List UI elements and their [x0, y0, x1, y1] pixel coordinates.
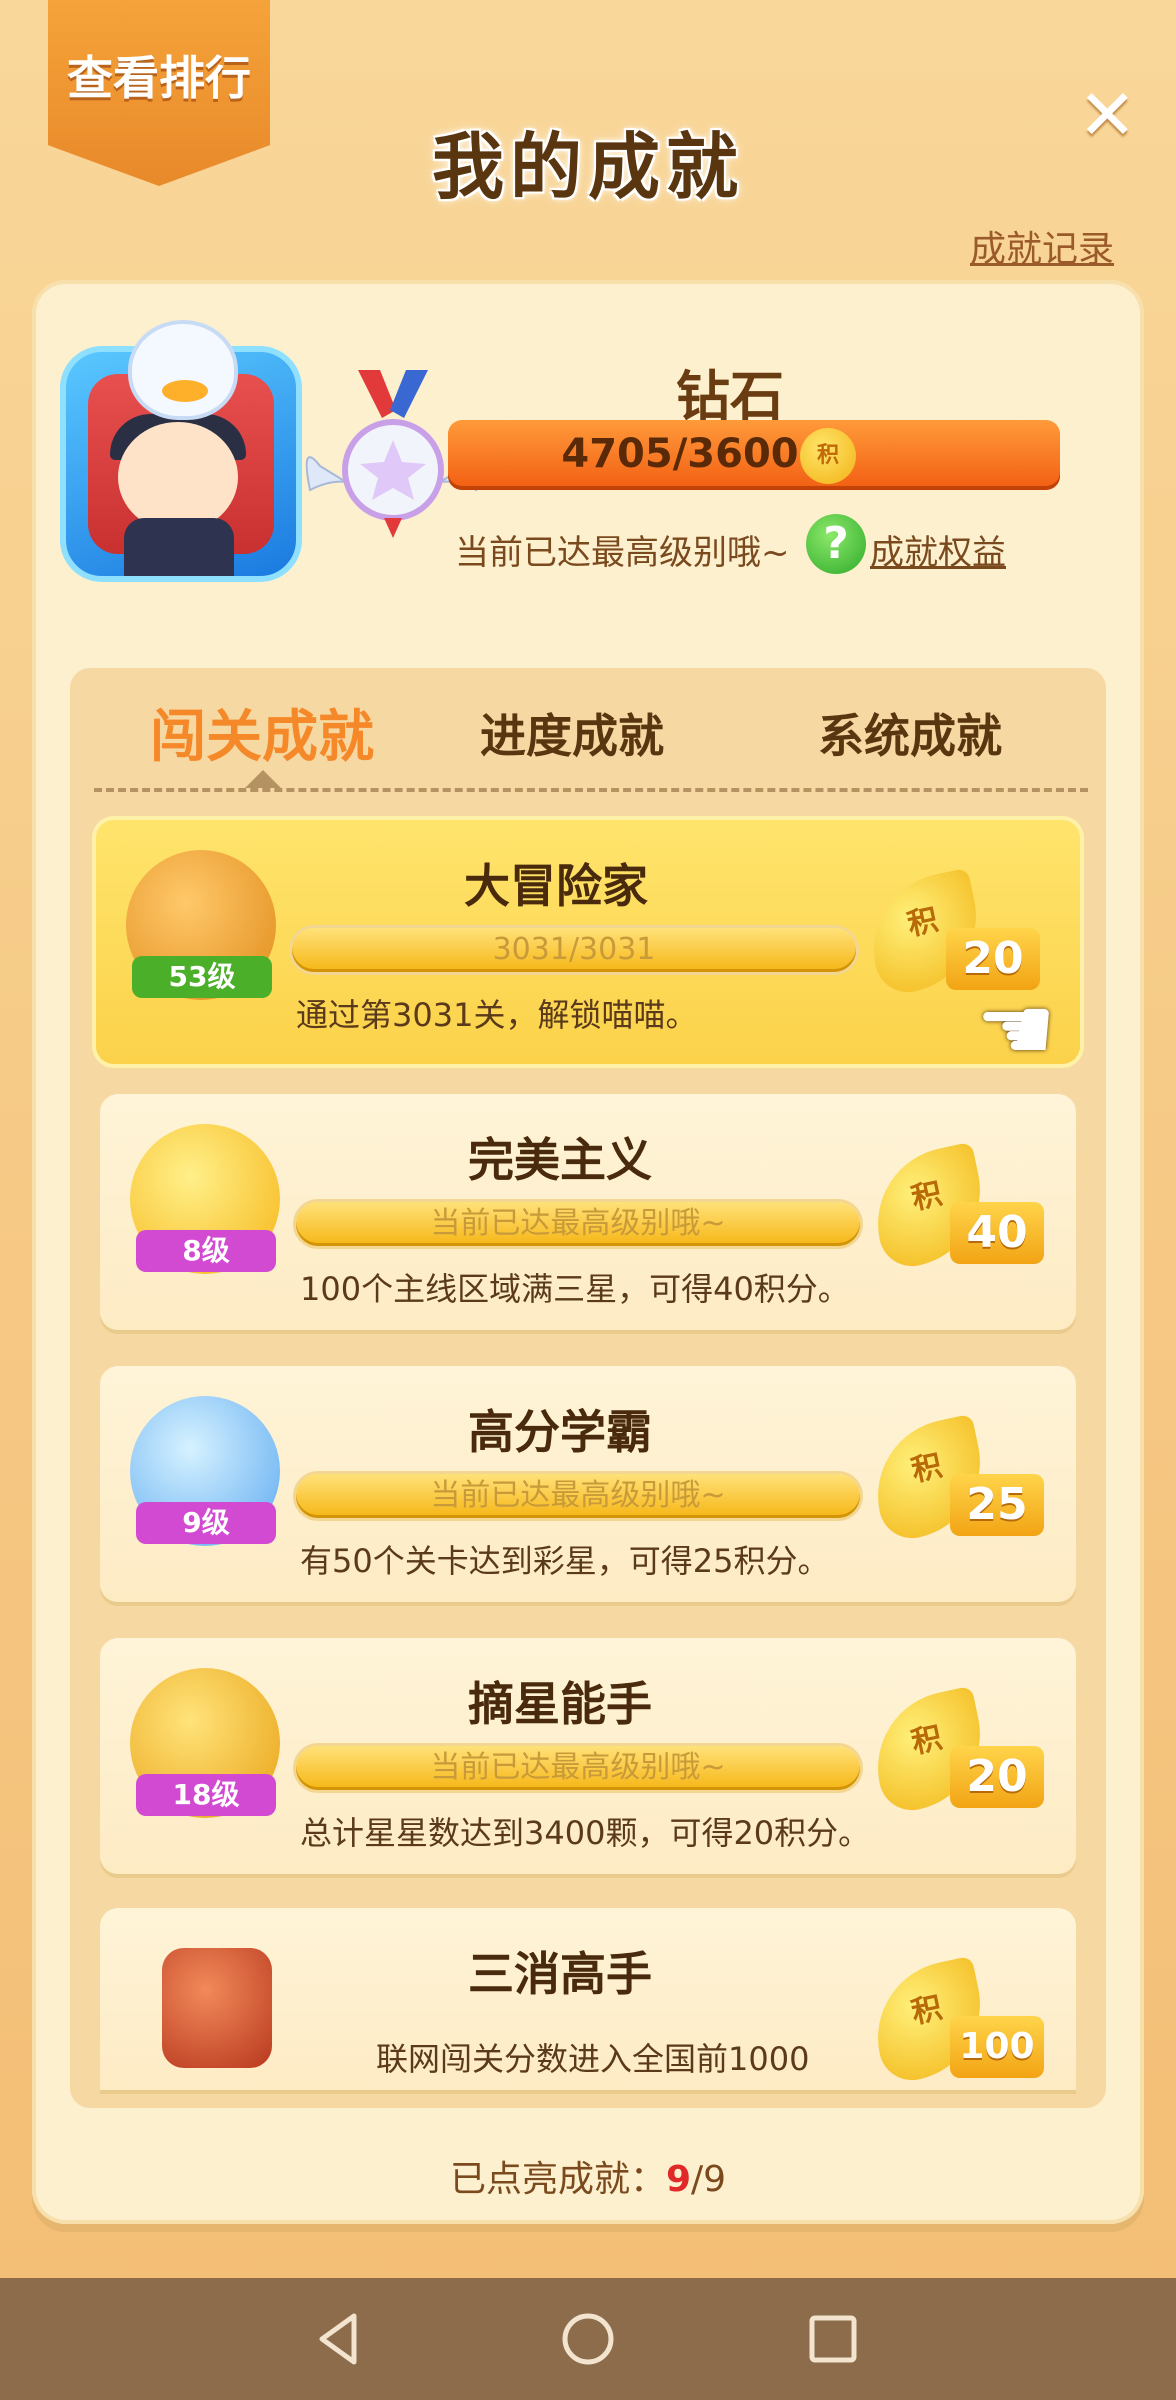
achievement-description: 总计星星数达到3400颗，可得20积分。 [300, 1814, 871, 1852]
achievement-item[interactable]: 53级 大冒险家 3031/3031 通过第3031关，解锁喵喵。 积 20 [96, 820, 1080, 1064]
system-navigation-bar [0, 2278, 1176, 2400]
reward-points: 100 [950, 2016, 1044, 2078]
achievement-progress-bar: 当前已达最高级别哦~ [296, 1202, 860, 1246]
lit-achievements-count: 已点亮成就：9/9 [0, 2150, 1176, 2202]
achievement-progress-bar: 当前已达最高级别哦~ [296, 1746, 860, 1790]
max-level-note: 当前已达最高级别哦~ [455, 533, 790, 573]
lit-achievements-total: /9 [691, 2159, 727, 2200]
recents-icon[interactable] [800, 2306, 866, 2372]
thumbs-up-badge-icon [162, 1948, 272, 2068]
home-icon[interactable] [555, 2306, 621, 2372]
achievement-title: 高分学霸 [468, 1405, 652, 1459]
reward-points: 20 [950, 1746, 1044, 1808]
duck-mascot-icon [128, 320, 238, 420]
pointing-hand-icon: ☚ [975, 977, 1057, 1082]
tab-level-achievements[interactable]: 闯关成就 [150, 692, 374, 773]
lit-achievements-label: 已点亮成就： [449, 2159, 666, 2200]
achievement-rights-link[interactable]: 成就权益 [870, 525, 1006, 574]
achievement-records-link[interactable]: 成就记录 [970, 220, 1114, 272]
achievement-reward[interactable]: 积 25 [863, 1413, 1044, 1545]
active-tab-indicator [245, 770, 281, 788]
achievement-item[interactable]: 9级 高分学霸 当前已达最高级别哦~ 有50个关卡达到彩星，可得25积分。 积 … [100, 1366, 1076, 1602]
achievement-title: 摘星能手 [468, 1677, 652, 1731]
achievement-item[interactable]: 8级 完美主义 当前已达最高级别哦~ 100个主线区域满三星，可得40积分。 积… [100, 1094, 1076, 1330]
back-icon[interactable] [308, 2306, 374, 2372]
achievement-description: 100个主线区域满三星，可得40积分。 [300, 1270, 850, 1308]
tab-progress-achievements[interactable]: 进度成就 [480, 700, 664, 766]
achievement-reward[interactable]: 积 100 [863, 1955, 1044, 2087]
lit-achievements-value: 9 [665, 2159, 692, 2200]
close-icon[interactable]: ✕ [1078, 80, 1137, 150]
reward-points: 25 [950, 1474, 1044, 1536]
avatar-uniform [124, 518, 234, 576]
achievement-title: 大冒险家 [464, 859, 648, 913]
avatar-face [118, 422, 238, 532]
tab-system-achievements[interactable]: 系统成就 [818, 700, 1002, 766]
achievement-description: 联网闯关分数进入全国前1000 [376, 2040, 810, 2078]
achievement-item[interactable]: 18级 摘星能手 当前已达最高级别哦~ 总计星星数达到3400颗，可得20积分。… [100, 1638, 1076, 1874]
achievement-reward[interactable]: 积 40 [863, 1141, 1044, 1273]
tab-divider [94, 788, 1088, 792]
achievement-level: 8级 [136, 1230, 276, 1272]
level-progress-text: 4705/3600 [561, 431, 799, 477]
help-icon[interactable]: ? [806, 514, 866, 574]
achievement-title: 完美主义 [468, 1133, 652, 1187]
achievement-description: 有50个关卡达到彩星，可得25积分。 [300, 1542, 830, 1580]
achievement-progress-bar: 3031/3031 [292, 928, 856, 972]
achievement-level: 18级 [136, 1774, 276, 1816]
points-coin-icon: 积 [800, 428, 856, 484]
achievement-description: 通过第3031关，解锁喵喵。 [296, 996, 698, 1034]
achievement-tabs: 闯关成就 进度成就 系统成就 [70, 700, 1106, 790]
achievement-level: 53级 [132, 956, 272, 998]
achievement-level: 9级 [136, 1502, 276, 1544]
reward-points: 40 [950, 1202, 1044, 1264]
page-title: 我的成就 [431, 125, 744, 209]
achievement-title: 三消高手 [468, 1947, 652, 2001]
achievement-reward[interactable]: 积 20 [859, 867, 1040, 999]
achievement-item[interactable]: 三消高手 联网闯关分数进入全国前1000 积 100 [100, 1908, 1076, 2090]
view-ranking-label: 查看排行 [67, 51, 251, 105]
achievement-reward[interactable]: 积 20 [863, 1685, 1044, 1817]
achievement-progress-bar: 当前已达最高级别哦~ [296, 1474, 860, 1518]
